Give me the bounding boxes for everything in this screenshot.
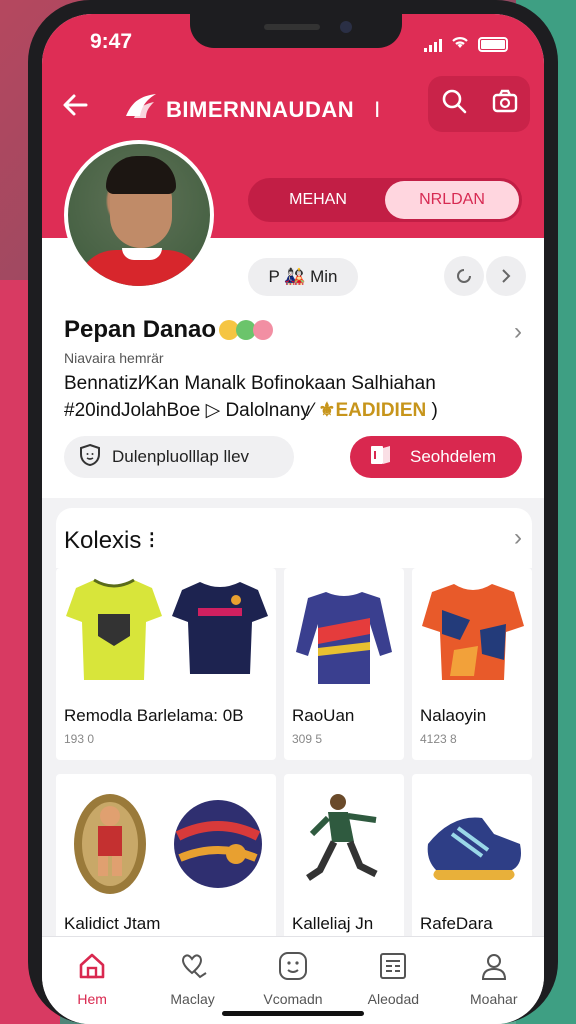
card-label: Nalaoyin: [420, 706, 487, 725]
secondary-button[interactable]: Dulenpluolllap llev: [64, 436, 294, 478]
desc-line-2: #20indJolahBoe ▷ Dalolnany⁄ ⚜EADIDIEN ): [64, 397, 524, 424]
person-icon: [479, 951, 509, 981]
primary-button[interactable]: Seohdelem: [350, 436, 522, 478]
profile-action-button[interactable]: P 🎎 Min: [248, 258, 358, 296]
collection-card[interactable]: Remodla Barlelama: 0B 193 0: [56, 568, 276, 760]
tabbar-label: Aleodad: [367, 991, 420, 1007]
notch: [190, 14, 402, 48]
yellow-jersey-icon: [66, 578, 162, 680]
home-icon: [77, 951, 107, 981]
collection-chevron-icon[interactable]: ›: [514, 524, 522, 552]
home-indicator[interactable]: [222, 1011, 364, 1016]
book-icon: [368, 443, 394, 472]
primary-button-label: Seohdelem: [410, 447, 497, 466]
status-icons: [424, 34, 508, 55]
heart-hand-icon: [178, 951, 208, 981]
text-cursor: I: [374, 97, 381, 122]
row-gap: [56, 760, 532, 774]
chevron-right-icon[interactable]: [486, 256, 526, 296]
secondary-button-label: Dulenpluolllap llev: [112, 447, 250, 466]
profile-name: Pepan Danao: [64, 316, 217, 343]
card-label: RaoUan: [292, 706, 355, 725]
camo-jersey-icon: [422, 584, 524, 680]
search-icon[interactable]: [438, 88, 470, 120]
tabbar-label: Moahar: [470, 991, 518, 1007]
shield-icon: [78, 443, 102, 472]
desc-suffix: ): [431, 400, 438, 421]
collection-card[interactable]: RafeDara: [412, 774, 532, 948]
card-label: RafeDara: [420, 914, 493, 933]
desc-line-2-text: #20indJolahBoe ▷ Dalolnany⁄: [64, 400, 314, 421]
refresh-icon[interactable]: [444, 256, 484, 296]
tabbar-label: Hem: [77, 991, 107, 1007]
longsleeve-jersey-icon: [296, 592, 392, 684]
boot-icon: [427, 817, 521, 880]
brand-name: BIMERNNAUDAN: [166, 97, 355, 122]
navy-jersey-icon: [172, 582, 268, 674]
collection-title: Kolexis ⁝: [64, 527, 156, 554]
nav-actions: [428, 76, 530, 132]
tabbar-label: Maclay: [170, 991, 215, 1007]
brand: BIMERNNAUDAN I: [122, 90, 380, 130]
card-price: 193 0: [64, 732, 95, 746]
collection-row-1: Remodla Barlelama: 0B 193 0 RaoUan 309 5: [56, 568, 532, 760]
collection-card[interactable]: RaoUan 309 5: [284, 568, 404, 760]
camera: [340, 21, 352, 33]
smiley-icon: [278, 951, 308, 981]
collection-card[interactable]: Kalleliaj Jn: [284, 774, 404, 948]
trophy-icon: [74, 794, 146, 894]
profile-name-row: Pepan Danao: [64, 316, 274, 344]
emoji-badges-icon: [219, 320, 274, 340]
desc-highlight[interactable]: ⚜EADIDIEN: [318, 400, 426, 421]
list-icon: [378, 951, 408, 981]
ball-icon: [174, 800, 262, 888]
tabbar-item-hem[interactable]: Hem: [47, 951, 137, 1024]
collection-header: Kolexis ⁝ ›: [56, 508, 532, 568]
profile-description: Bennatizl⁄Kan Manalk Bofinokaan Salhiaha…: [64, 370, 524, 424]
wifi-icon: [450, 34, 470, 55]
tab-mehan[interactable]: MEHAN: [251, 181, 385, 219]
collection-card[interactable]: Kalidict Jtam: [56, 774, 276, 948]
phone-frame: 9:47 BIMERNNAUDAN I MEHAN NRLDAN P 🎎 Min…: [28, 0, 558, 1024]
desc-line-1: Bennatizl⁄Kan Manalk Bofinokaan Salhiaha…: [64, 373, 436, 394]
player-figure-icon: [306, 794, 378, 881]
collection-section: Kolexis ⁝ › Remodla Barlelama: 0B 193 0 …: [56, 508, 532, 948]
speaker: [264, 24, 320, 30]
card-price: 4123 8: [420, 732, 457, 746]
avatar[interactable]: [64, 140, 214, 290]
tabbar-item-moahar[interactable]: Moahar: [449, 951, 539, 1024]
profile-subtitle: Niavaira hemrär: [64, 350, 164, 366]
tabbar-label: Vcomadn: [263, 991, 323, 1007]
brand-logo-icon: [122, 90, 160, 130]
card-label: Remodla Barlelama: 0B: [64, 706, 244, 725]
segmented-tabs: MEHAN NRLDAN: [248, 178, 522, 222]
status-time: 9:47: [90, 30, 133, 53]
profile-chevron-icon[interactable]: ›: [514, 318, 522, 346]
collection-card[interactable]: Nalaoyin 4123 8: [412, 568, 532, 760]
back-arrow-icon[interactable]: [60, 90, 94, 124]
camera-icon[interactable]: [489, 88, 521, 120]
battery-icon: [478, 37, 508, 52]
top-navbar: BIMERNNAUDAN I: [42, 76, 544, 136]
card-label: Kalidict Jtam: [64, 914, 161, 933]
card-label: Kalleliaj Jn: [292, 914, 374, 933]
collection-row-2: Kalidict Jtam Kalleliaj Jn RafeDara: [56, 774, 532, 948]
signal-icon: [424, 38, 442, 52]
tab-nrldan[interactable]: NRLDAN: [385, 181, 519, 219]
card-price: 309 5: [292, 732, 323, 746]
app-screen: 9:47 BIMERNNAUDAN I MEHAN NRLDAN P 🎎 Min…: [42, 14, 544, 1024]
